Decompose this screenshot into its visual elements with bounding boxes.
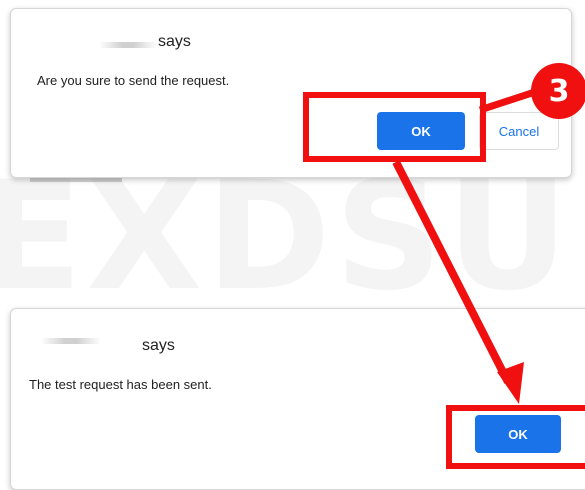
- background-page-text: [30, 178, 122, 182]
- dialog-message: Are you sure to send the request.: [37, 73, 230, 88]
- highlight-ok-button-box: [303, 92, 486, 162]
- confirm-dialog: says Are you sure to send the request. O…: [10, 8, 572, 178]
- dialog-origin-redacted: [99, 42, 157, 48]
- step-number-badge: 3: [531, 63, 585, 119]
- highlight-ok-button-box: [446, 405, 585, 469]
- dialog-message: The test request has been sent.: [29, 377, 212, 392]
- dialog-says-label: says: [158, 33, 191, 50]
- cancel-button[interactable]: Cancel: [479, 112, 559, 150]
- dialog-says-label: says: [142, 337, 175, 354]
- dialog-origin-redacted: [41, 338, 101, 344]
